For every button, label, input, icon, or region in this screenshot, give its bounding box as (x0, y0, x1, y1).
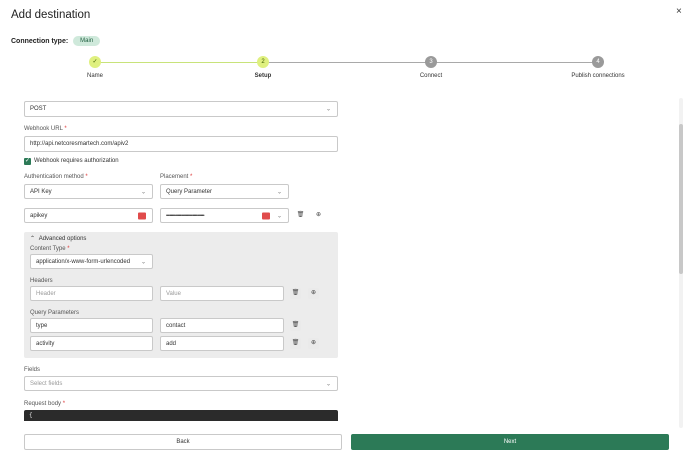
step-4-marker: 4 (592, 56, 604, 68)
chevron-up-icon: ⌃ (30, 236, 36, 242)
api-key-value-input[interactable]: ••••••••••••••••••••••••••••••••• ⌄ (160, 208, 289, 223)
required-marker: * (64, 126, 67, 132)
connection-type-row: Connection type: Main (11, 36, 101, 46)
close-icon[interactable]: × (676, 6, 682, 17)
warning-icon (138, 212, 146, 219)
query-param-key: activity (36, 340, 55, 347)
step-2-marker: 2 (257, 56, 269, 68)
warning-icon (262, 212, 270, 219)
stepper-track-done (95, 61, 263, 63)
placement-label: Placement * (160, 174, 192, 180)
api-key-name-input[interactable]: apikey (24, 208, 153, 223)
request-body-editor[interactable]: { (24, 410, 338, 421)
chevron-down-icon: ⌄ (325, 106, 331, 113)
required-marker: * (67, 246, 70, 252)
advanced-options-toggle[interactable]: ⌃ Advanced options (30, 235, 86, 242)
query-param-key-input[interactable]: type (30, 318, 153, 333)
connection-type-badge: Main (73, 36, 101, 46)
query-param-value-input[interactable]: contact (160, 318, 284, 333)
step-4-label: Publish connections (571, 73, 625, 79)
webhook-url-value: http://api.netcoresmartech.com/apiv2 (30, 141, 129, 147)
delete-icon[interactable]: 🗑 (290, 288, 301, 299)
placement-label-text: Placement (160, 174, 189, 180)
api-key-masked-value: ••••••••••••••••••••••••••••••••• (166, 212, 205, 219)
header-value-input[interactable]: Value (160, 286, 284, 301)
webhook-url-label-text: Webhook URL (24, 126, 63, 132)
stepper: ✓ 2 3 4 Name Setup Connect Publish conne… (0, 55, 688, 85)
fields-label: Fields (24, 367, 41, 373)
delete-icon[interactable]: 🗑 (290, 320, 301, 331)
request-body-label-text: Request body (24, 401, 62, 407)
content-type-select[interactable]: application/x-www-form-urlencoded ⌄ (30, 254, 153, 269)
query-param-value-input[interactable]: add (160, 336, 284, 351)
required-marker: * (85, 174, 88, 180)
fields-placeholder: Select fields (30, 380, 63, 387)
chevron-down-icon: ⌄ (276, 189, 282, 195)
delete-icon[interactable]: 🗑 (295, 210, 306, 221)
add-icon[interactable]: ⊕ (313, 210, 324, 221)
webhook-url-input[interactable]: http://api.netcoresmartech.com/apiv2 (24, 136, 338, 152)
headers-label: Headers (30, 278, 53, 284)
placement-value: Query Parameter (166, 188, 213, 195)
back-button[interactable]: Back (24, 434, 342, 450)
auth-checkbox-label: Webhook requires authorization (34, 158, 119, 164)
content-type-label-text: Content Type (30, 246, 66, 252)
auth-method-select[interactable]: API Key ⌄ (24, 184, 153, 199)
query-param-value: add (166, 340, 177, 347)
header-value-placeholder: Value (166, 290, 181, 297)
chevron-down-icon: ⌄ (276, 213, 282, 219)
add-icon[interactable]: ⊕ (308, 338, 319, 349)
step-1-label: Name (86, 73, 103, 79)
auth-method-label: Authentication method * (24, 174, 88, 180)
content-type-label: Content Type * (30, 246, 70, 252)
content-type-value: application/x-www-form-urlencoded (36, 258, 131, 265)
step-1-check-icon: ✓ (89, 56, 101, 68)
query-param-key-input[interactable]: activity (30, 336, 153, 351)
fields-select[interactable]: Select fields ⌄ (24, 376, 338, 391)
placement-select[interactable]: Query Parameter ⌄ (160, 184, 289, 199)
header-key-input[interactable]: Header (30, 286, 153, 301)
webhook-url-label: Webhook URL * (24, 126, 67, 132)
method-select[interactable]: POST ⌄ (24, 101, 338, 117)
next-button[interactable]: Next (351, 434, 669, 450)
step-3-label: Connect (419, 73, 443, 79)
required-marker: * (62, 401, 66, 407)
chevron-down-icon: ⌄ (140, 259, 146, 265)
step-3-marker: 3 (425, 56, 437, 68)
step-2-label: Setup (254, 73, 272, 79)
scrollbar-thumb[interactable] (679, 124, 683, 274)
required-marker: * (190, 174, 193, 180)
header-key-placeholder: Header (36, 290, 56, 297)
request-body-label: Request body * (24, 401, 65, 407)
add-icon[interactable]: ⊕ (308, 288, 319, 299)
auth-method-value: API Key (30, 188, 52, 195)
dialog-title: Add destination (11, 9, 91, 21)
query-param-key: type (36, 322, 48, 329)
delete-icon[interactable]: 🗑 (290, 338, 301, 349)
advanced-options-title: Advanced options (38, 236, 87, 242)
auth-checkbox[interactable]: ✓ (24, 158, 31, 165)
query-params-label: Query Parameters (30, 310, 80, 316)
auth-method-label-text: Authentication method (24, 174, 84, 180)
method-value: POST (30, 106, 47, 112)
chevron-down-icon: ⌄ (140, 189, 146, 195)
query-param-value: contact (166, 322, 186, 329)
chevron-down-icon: ⌄ (325, 381, 331, 387)
api-key-name-value: apikey (30, 212, 48, 219)
connection-type-label: Connection type: (11, 37, 69, 45)
